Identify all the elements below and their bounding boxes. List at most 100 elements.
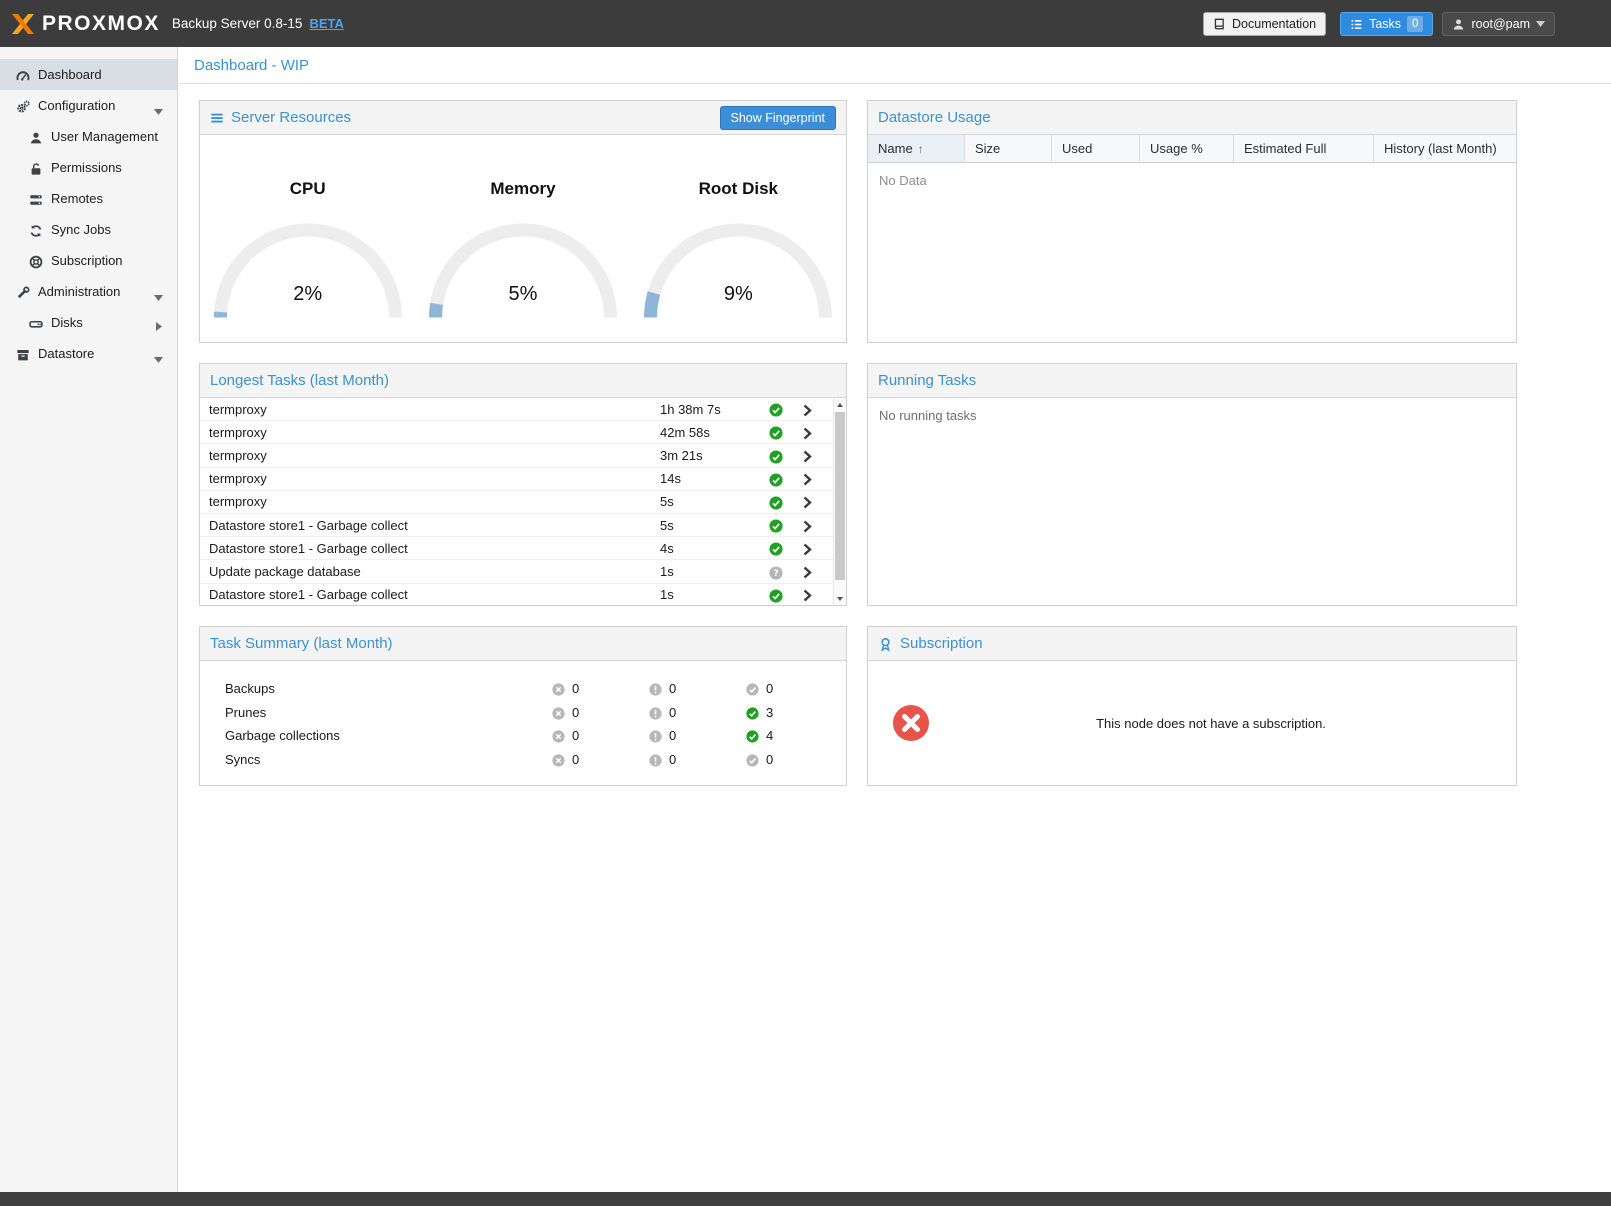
panel-title: Task Summary (last Month)	[210, 635, 393, 652]
subscription-message: This node does not have a subscription.	[930, 716, 1492, 731]
task-row[interactable]: termproxy 3m 21s ?	[200, 444, 833, 467]
task-duration: 42m 58s	[660, 425, 760, 440]
check-circle-icon	[769, 448, 783, 464]
column-header-used[interactable]: Used	[1052, 135, 1140, 162]
check-circle-icon	[769, 425, 783, 441]
sidebar-item-label: Datastore	[38, 346, 94, 361]
task-row[interactable]: Datastore store1 - Garbage collect 5s ?	[200, 514, 833, 537]
column-label: Used	[1062, 141, 1092, 156]
unlock-icon	[29, 161, 43, 175]
scrollbar-thumb[interactable]	[835, 412, 845, 580]
task-row[interactable]: termproxy 1h 38m 7s ?	[200, 398, 833, 421]
beta-link[interactable]: BETA	[309, 16, 343, 31]
task-row[interactable]: termproxy 42m 58s ?	[200, 421, 833, 444]
column-label: Name	[878, 141, 913, 156]
check-circle-icon	[769, 518, 783, 534]
warning-count: 0	[669, 728, 676, 743]
sidebar-item-disks[interactable]: Disks	[0, 307, 177, 338]
vertical-scrollbar[interactable]	[833, 398, 846, 605]
sidebar-item-sync-jobs[interactable]: Sync Jobs	[0, 214, 177, 245]
column-label: History (last Month)	[1384, 141, 1497, 156]
sidebar-item-user-management[interactable]: User Management	[0, 121, 177, 152]
caret-down-icon	[1536, 17, 1545, 31]
ok-circle-icon	[746, 752, 759, 767]
column-header-estimated-full[interactable]: Estimated Full	[1234, 135, 1374, 162]
task-row[interactable]: termproxy 14s ?	[200, 468, 833, 491]
sidebar-item-label: Remotes	[51, 191, 103, 206]
chevron-right-icon[interactable]	[156, 318, 162, 333]
warning-count: 0	[669, 681, 676, 696]
chevron-right-icon[interactable]	[792, 471, 822, 486]
caret-down-icon[interactable]	[154, 289, 163, 304]
user-menu-button[interactable]: root@pam	[1442, 12, 1555, 36]
tasks-button[interactable]: Tasks 0	[1340, 12, 1433, 36]
book-icon	[1213, 16, 1226, 31]
logo-text: PROXMOX	[42, 12, 160, 36]
chevron-right-icon[interactable]	[792, 587, 822, 602]
longest-tasks-list: termproxy 1h 38m 7s ? termproxy 42m 58s	[200, 398, 846, 605]
task-row[interactable]: Datastore store1 - Garbage collect 4s ?	[200, 537, 833, 560]
sidebar-item-subscription[interactable]: Subscription	[0, 245, 177, 276]
chevron-right-icon[interactable]	[792, 518, 822, 533]
check-circle-icon	[769, 541, 783, 557]
chevron-right-icon[interactable]	[792, 541, 822, 556]
task-name: termproxy	[209, 448, 660, 463]
sidebar-item-label: Permissions	[51, 160, 122, 175]
column-header-name[interactable]: Name ↑	[868, 135, 965, 162]
scroll-down-button[interactable]	[834, 592, 846, 605]
task-status-icon: ?	[760, 447, 792, 463]
chevron-right-icon[interactable]	[792, 402, 822, 417]
grid-header-row: Name ↑ Size Used Usage % Estimated Full …	[868, 135, 1516, 163]
sidebar-item-configuration[interactable]: Configuration	[0, 90, 177, 121]
error-circle-icon	[552, 681, 565, 696]
sidebar-item-label: Dashboard	[38, 67, 102, 82]
task-status-icon: ?	[760, 540, 792, 556]
server-resources-header: Server Resources Show Fingerprint	[200, 101, 846, 135]
task-row[interactable]: Update package database 1s ?	[200, 560, 833, 583]
check-circle-icon	[769, 494, 783, 510]
running-tasks-header: Running Tasks	[868, 364, 1516, 398]
sidebar-item-remotes[interactable]: Remotes	[0, 183, 177, 214]
bottom-bar	[0, 1192, 1611, 1206]
sidebar-item-administration[interactable]: Administration	[0, 276, 177, 307]
sidebar-item-label: Administration	[38, 284, 120, 299]
chevron-right-icon[interactable]	[792, 448, 822, 463]
summary-row: Prunes 0 0 3	[200, 701, 846, 725]
svg-text:?: ?	[773, 569, 778, 579]
task-name: termproxy	[209, 471, 660, 486]
scroll-up-button[interactable]	[834, 398, 846, 411]
column-header-usage-pct[interactable]: Usage %	[1140, 135, 1234, 162]
no-subscription-icon	[892, 704, 930, 742]
gauge-value-text: 2%	[200, 283, 415, 306]
chevron-right-icon[interactable]	[792, 494, 822, 509]
sidebar-item-dashboard[interactable]: Dashboard	[0, 59, 177, 90]
ok-count: 3	[766, 705, 773, 720]
task-summary-panel: Task Summary (last Month) Backups 0 0 0 …	[199, 626, 847, 786]
error-circle-icon	[552, 705, 565, 720]
task-name: termproxy	[209, 402, 660, 417]
documentation-button[interactable]: Documentation	[1203, 12, 1326, 36]
sidebar-item-permissions[interactable]: Permissions	[0, 152, 177, 183]
column-header-history[interactable]: History (last Month)	[1374, 135, 1516, 162]
caret-down-icon[interactable]	[154, 351, 163, 366]
task-rows: termproxy 1h 38m 7s ? termproxy 42m 58s	[200, 398, 833, 605]
ok-circle-icon	[746, 681, 759, 696]
column-header-size[interactable]: Size	[965, 135, 1052, 162]
no-data-text: No Data	[868, 163, 1516, 198]
panel-title: Server Resources	[231, 109, 351, 126]
task-name: Update package database	[209, 564, 660, 579]
task-row[interactable]: Datastore store1 - Garbage collect 1s ?	[200, 584, 833, 606]
task-summary-body: Backups 0 0 0 Prunes 0 0 3 Garbage colle…	[200, 661, 846, 771]
longest-tasks-header: Longest Tasks (last Month)	[200, 364, 846, 398]
show-fingerprint-button[interactable]: Show Fingerprint	[720, 106, 837, 130]
chevron-right-icon[interactable]	[792, 425, 822, 440]
caret-down-icon[interactable]	[154, 103, 163, 118]
proxmox-logo: PROXMOX	[10, 12, 160, 36]
check-circle-icon	[769, 471, 783, 487]
task-row[interactable]: termproxy 5s ?	[200, 491, 833, 514]
task-status-icon: ?	[760, 563, 792, 579]
chevron-right-icon[interactable]	[792, 564, 822, 579]
ok-count: 0	[766, 752, 773, 767]
sidebar-item-datastore[interactable]: Datastore	[0, 338, 177, 369]
task-summary-header: Task Summary (last Month)	[200, 627, 846, 661]
